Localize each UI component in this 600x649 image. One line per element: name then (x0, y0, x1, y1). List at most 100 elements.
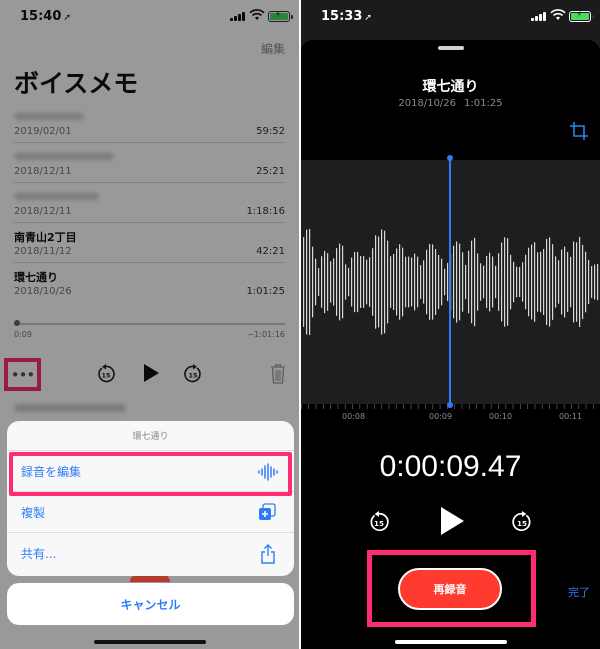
waveform-bar (498, 253, 500, 311)
waveform-bar (507, 238, 509, 326)
sheet-grabber[interactable] (438, 46, 464, 50)
waveform-bar (525, 254, 527, 310)
recording-title: 環七通り (422, 79, 479, 95)
waveform-bar (312, 246, 314, 318)
waveform-bar (558, 260, 560, 304)
waveform-bar (318, 268, 320, 296)
waveform-bar (372, 248, 374, 316)
waveform-bar (501, 242, 503, 322)
timeline-tick (322, 404, 324, 409)
svg-text:15: 15 (517, 519, 527, 528)
recording-date: 2018/10/26 (398, 98, 457, 109)
playhead-top-handle[interactable] (447, 155, 453, 161)
waveform-bar (555, 256, 557, 308)
waveform-bar (387, 240, 389, 324)
timeline-tick (308, 404, 310, 409)
waveform-bar (342, 245, 344, 319)
timeline-tick (330, 404, 331, 409)
waveform-bar (486, 255, 488, 309)
waveform-bar (462, 252, 464, 312)
play-icon[interactable] (439, 506, 465, 536)
waveform-bar (537, 252, 539, 312)
duplicate-icon (259, 503, 276, 520)
timeline-tick (410, 404, 412, 409)
waveform-bar (393, 253, 395, 311)
timeline-tick (315, 404, 317, 409)
waveform-bar (573, 241, 575, 323)
waveform-bar (336, 248, 338, 316)
waveform-bar (585, 251, 587, 313)
waveform-bar (519, 266, 521, 298)
recording-meta: 2018/10/26 1:01:25 (301, 98, 600, 109)
waveform-bar (495, 265, 497, 299)
share-icon (261, 544, 275, 564)
waveform-bar (489, 252, 491, 312)
highlight-frame (9, 452, 292, 496)
waveform-bar (471, 240, 473, 324)
waveform-bar (384, 230, 386, 334)
cancel-button[interactable]: キャンセル (7, 583, 294, 625)
timeline-tick (461, 404, 463, 409)
waveform-bar (510, 254, 512, 310)
timeline-tick (352, 404, 353, 409)
skip-back-15-icon[interactable]: 15 (368, 511, 390, 533)
svg-text:15: 15 (374, 519, 384, 528)
waveform-bar (444, 268, 446, 296)
option-label: 共有... (21, 547, 57, 561)
timeline-tick (593, 404, 594, 409)
elapsed-timer: 0:00:09.47 (379, 450, 522, 483)
timeline-tick (527, 404, 529, 409)
playhead[interactable] (449, 156, 451, 408)
timeline-tick (388, 404, 390, 409)
timeline-tick (301, 404, 302, 409)
waveform-bar (315, 258, 317, 306)
recording-duration: 1:01:25 (464, 98, 503, 109)
voice-memos-list-screen: 15:40 ➚ ⚡ 編集 ボイスメモ 2019/02/01 59:52 2018/… (0, 0, 299, 649)
waveform-bar (354, 251, 356, 313)
waveform-bar (441, 258, 443, 306)
done-button[interactable]: 完了 (568, 584, 590, 600)
waveform-bar (465, 264, 467, 300)
waveform-bar (429, 244, 431, 320)
waveform-bar (414, 253, 416, 311)
crop-icon[interactable] (570, 122, 588, 140)
waveform-bar (423, 260, 425, 304)
waveform-bar (399, 244, 401, 320)
waveform-bar (420, 265, 422, 299)
timeline-tick (417, 404, 419, 409)
action-sheet: 環七通り 録音を編集 複製 共有... (7, 421, 294, 576)
timeline-tick (374, 404, 375, 409)
timeline-tick (556, 404, 558, 409)
waveform-bar (363, 256, 365, 308)
waveform-bar (576, 242, 578, 322)
waveform-bar (594, 264, 596, 300)
rerecord-button[interactable]: 再録音 (398, 568, 502, 610)
waveform-bar (540, 251, 542, 313)
timeline-label: 00:08 (342, 412, 366, 421)
waveform-bar (357, 251, 359, 313)
timeline-tick (337, 404, 339, 409)
waveform-bar (480, 263, 482, 301)
duplicate-option[interactable]: 複製 (7, 492, 294, 533)
timeline-tick (381, 404, 383, 409)
timeline-tick (395, 404, 397, 409)
waveform-bar (552, 244, 554, 320)
waveform-bar (567, 252, 569, 312)
waveform-bar (477, 253, 479, 311)
waveform-bar (468, 250, 470, 314)
timeline-tick (585, 404, 587, 409)
battery-icon: ⚡ (569, 10, 594, 22)
waveform-bar (492, 256, 494, 308)
playhead-bottom-handle[interactable] (447, 402, 453, 408)
timeline-label: 00:11 (559, 412, 583, 421)
waveform-bar (303, 237, 305, 327)
skip-forward-15-icon[interactable]: 15 (511, 511, 533, 533)
timeline-tick (498, 404, 499, 409)
waveform-bar (561, 249, 563, 315)
edit-recording-screen: 15:33 ➚ ⚡ 環七通り 2018/10/26 1:01:25 00:08 00… (301, 0, 600, 649)
share-option[interactable]: 共有... (7, 533, 294, 574)
waveform-bar (402, 247, 404, 317)
waveform-bar (339, 243, 341, 321)
waveform-bar (345, 264, 347, 300)
waveform-bar (534, 242, 536, 322)
